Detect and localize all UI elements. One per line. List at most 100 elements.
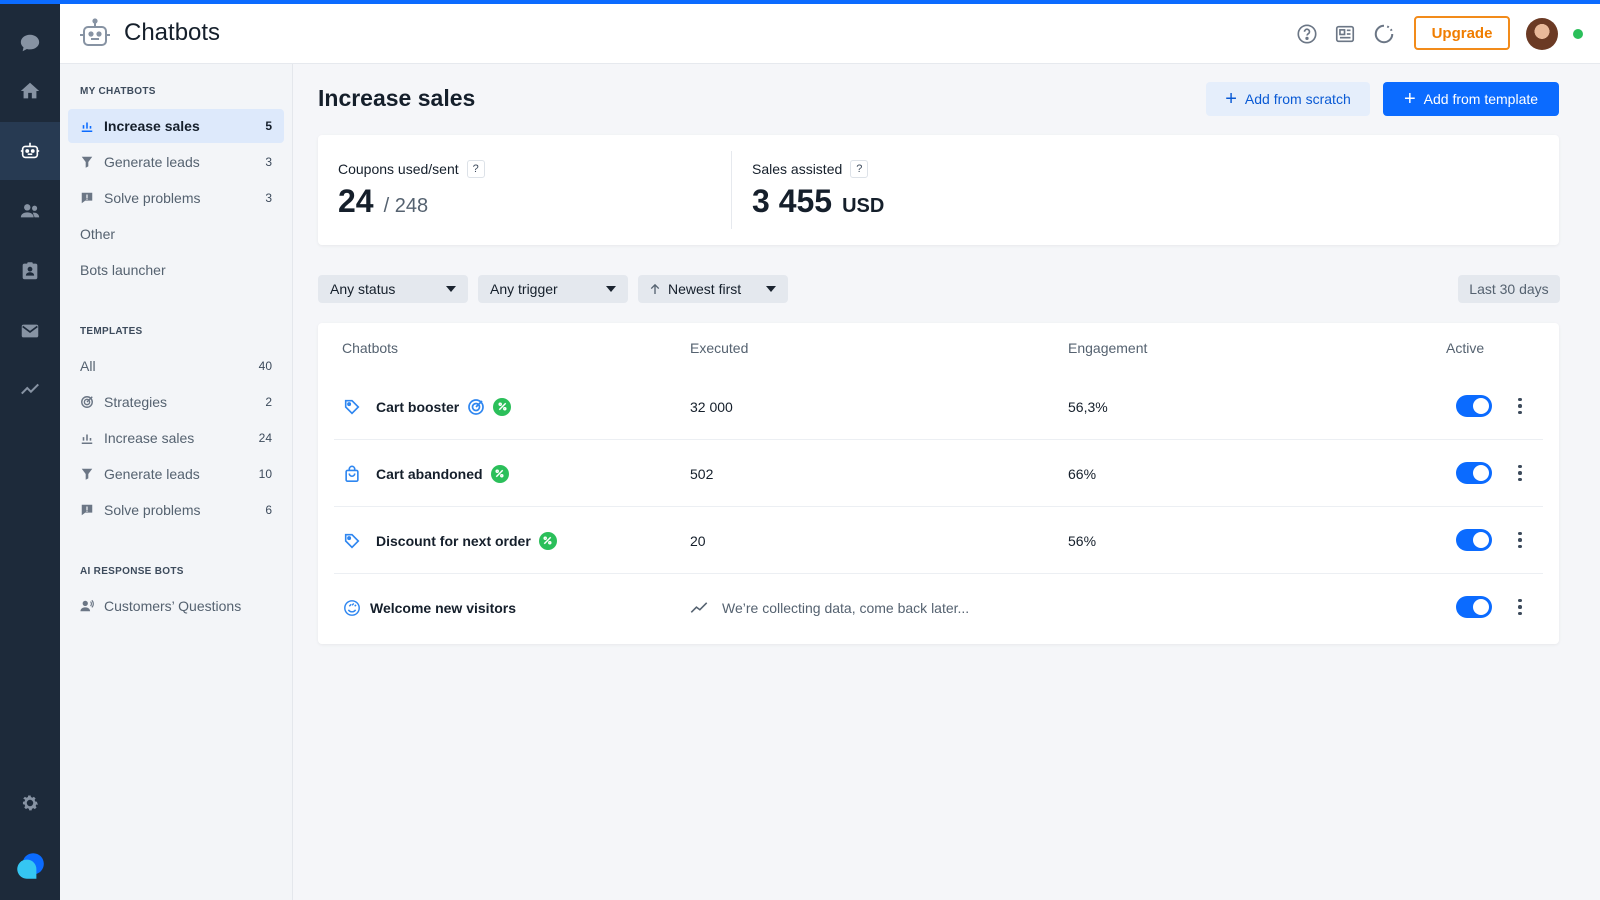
collecting-data-cell: We’re collecting data, come back later..…: [690, 574, 969, 641]
add-from-template-button[interactable]: + Add from template: [1383, 82, 1559, 116]
table-row[interactable]: Cart abandoned 502 66%: [334, 440, 1543, 507]
sidebar-item-templates-all[interactable]: All 40: [68, 349, 284, 383]
sort-filter-value: Newest first: [668, 281, 742, 297]
table-row[interactable]: Cart booster 32 000 56,3%: [334, 373, 1543, 440]
sidebar-item-count: 3: [265, 191, 272, 205]
sidebar-item-label: Bots launcher: [80, 262, 166, 278]
executed-cell: 32 000: [690, 398, 733, 415]
tidio-logo-icon: [17, 853, 44, 879]
help-badge[interactable]: ?: [850, 160, 869, 178]
section-title-my-chatbots: MY CHATBOTS: [80, 86, 156, 97]
chatbot-logo-icon: [80, 18, 110, 46]
chatbot-name: Cart abandoned: [376, 465, 483, 482]
coupons-sent: / 248: [383, 195, 429, 217]
column-header-active: Active: [1446, 340, 1485, 356]
ai-person-icon: [80, 599, 94, 613]
chatbot-name: Welcome new visitors: [370, 599, 517, 616]
tickets-icon: [22, 262, 38, 280]
section-title-templates: TEMPLATES: [80, 326, 143, 337]
help-icon[interactable]: [1296, 23, 1318, 45]
rail-logo[interactable]: [0, 832, 60, 900]
sort-filter[interactable]: Newest first: [638, 275, 788, 303]
coupons-label: Coupons used/sent: [338, 161, 459, 177]
more-options-icon[interactable]: [1510, 462, 1530, 484]
chatbot-name-cell: Discount for next order: [342, 507, 557, 574]
sidebar-item-label: Solve problems: [104, 502, 201, 518]
sidebar-item-templates-increase-sales[interactable]: Increase sales 24: [68, 421, 284, 455]
sidebar-item-count: 2: [265, 395, 272, 409]
discount-badge-icon: [493, 397, 512, 416]
table-row[interactable]: Welcome new visitors We’re collecting da…: [334, 574, 1543, 641]
sidebar-item-label: Generate leads: [104, 154, 200, 170]
toggle-knob: [1473, 599, 1489, 615]
sidebar-item-label: Strategies: [104, 394, 168, 410]
rail-settings[interactable]: [0, 774, 60, 832]
funnel-icon: [80, 467, 94, 481]
toggle-knob: [1473, 398, 1489, 414]
section-title-ai-response-bots: AI RESPONSE BOTS: [80, 566, 184, 577]
sidebar-item-count: 5: [265, 119, 272, 133]
rail-chatbots[interactable]: [0, 122, 60, 180]
engagement-cell: 56,3%: [1068, 398, 1108, 415]
upgrade-button[interactable]: Upgrade: [1414, 16, 1510, 50]
news-icon[interactable]: [1334, 23, 1356, 45]
more-options-icon[interactable]: [1510, 395, 1530, 417]
more-options-icon[interactable]: [1510, 596, 1530, 618]
rail-analytics[interactable]: [0, 360, 60, 418]
date-range-selector[interactable]: Last 30 days: [1458, 275, 1560, 303]
rail-campaigns[interactable]: [0, 302, 60, 360]
plus-icon: +: [1225, 88, 1237, 110]
more-options-icon[interactable]: [1510, 529, 1530, 551]
sidebar-item-templates-solve-problems[interactable]: Solve problems 6: [68, 493, 284, 527]
active-toggle[interactable]: [1456, 462, 1492, 484]
sidebar-item-other[interactable]: Other: [68, 217, 284, 251]
avatar[interactable]: [1526, 18, 1558, 50]
strategy-icon: [80, 395, 94, 409]
rail-tickets[interactable]: [0, 242, 60, 300]
problem-icon: [80, 503, 94, 517]
executed-cell: 20: [690, 532, 706, 549]
chatbot-name-cell: Cart booster: [342, 373, 512, 440]
sidebar-item-label: Other: [80, 226, 116, 242]
sidebar-item-templates-strategies[interactable]: Strategies 2: [68, 385, 284, 419]
sidebar-item-templates-generate-leads[interactable]: Generate leads 10: [68, 457, 284, 491]
executed-cell: 502: [690, 465, 714, 482]
stat-divider: [731, 151, 732, 229]
trend-icon: [690, 601, 708, 613]
sales-value: 3 455: [752, 183, 833, 219]
chatbot-name: Cart booster: [376, 398, 460, 415]
sidebar-item-customers-questions[interactable]: Customers’ Questions: [68, 589, 284, 623]
campaigns-icon: [21, 324, 39, 338]
table-row[interactable]: Discount for next order 20 56%: [334, 507, 1543, 574]
tag-icon: [342, 531, 362, 551]
sidebar-item-label: Solve problems: [104, 190, 201, 206]
sidebar-item-count: 40: [258, 359, 272, 373]
active-toggle[interactable]: [1456, 395, 1492, 417]
home-icon: [20, 82, 40, 99]
help-badge[interactable]: ?: [466, 160, 485, 178]
sidebar-item-bots-launcher[interactable]: Bots launcher: [68, 253, 284, 287]
add-from-scratch-button[interactable]: + Add from scratch: [1206, 82, 1370, 116]
active-toggle[interactable]: [1456, 529, 1492, 551]
chat-icon: [20, 34, 40, 52]
toggle-knob: [1473, 465, 1489, 481]
rail-contacts[interactable]: [0, 182, 60, 240]
sidebar: MY CHATBOTS Increase sales 5 Generate le…: [60, 64, 293, 900]
add-from-template-label: Add from template: [1423, 91, 1539, 107]
active-toggle[interactable]: [1456, 596, 1492, 618]
loading-icon[interactable]: [1373, 23, 1395, 45]
status-filter[interactable]: Any status: [318, 275, 468, 303]
chatbot-icon: [20, 142, 40, 159]
toggle-knob: [1473, 532, 1489, 548]
engagement-cell: 56%: [1068, 532, 1097, 549]
trigger-filter[interactable]: Any trigger: [478, 275, 628, 303]
sidebar-item-solve-problems[interactable]: Solve problems 3: [68, 181, 284, 215]
contacts-icon: [20, 204, 40, 218]
rail-home[interactable]: [0, 62, 60, 120]
stat-value: 24 / 248: [338, 183, 428, 220]
sidebar-item-generate-leads[interactable]: Generate leads 3: [68, 145, 284, 179]
tag-icon: [342, 397, 362, 417]
sidebar-item-increase-sales[interactable]: Increase sales 5: [68, 109, 284, 143]
sidebar-item-count: 10: [258, 467, 272, 481]
page-title: Increase sales: [318, 85, 476, 111]
